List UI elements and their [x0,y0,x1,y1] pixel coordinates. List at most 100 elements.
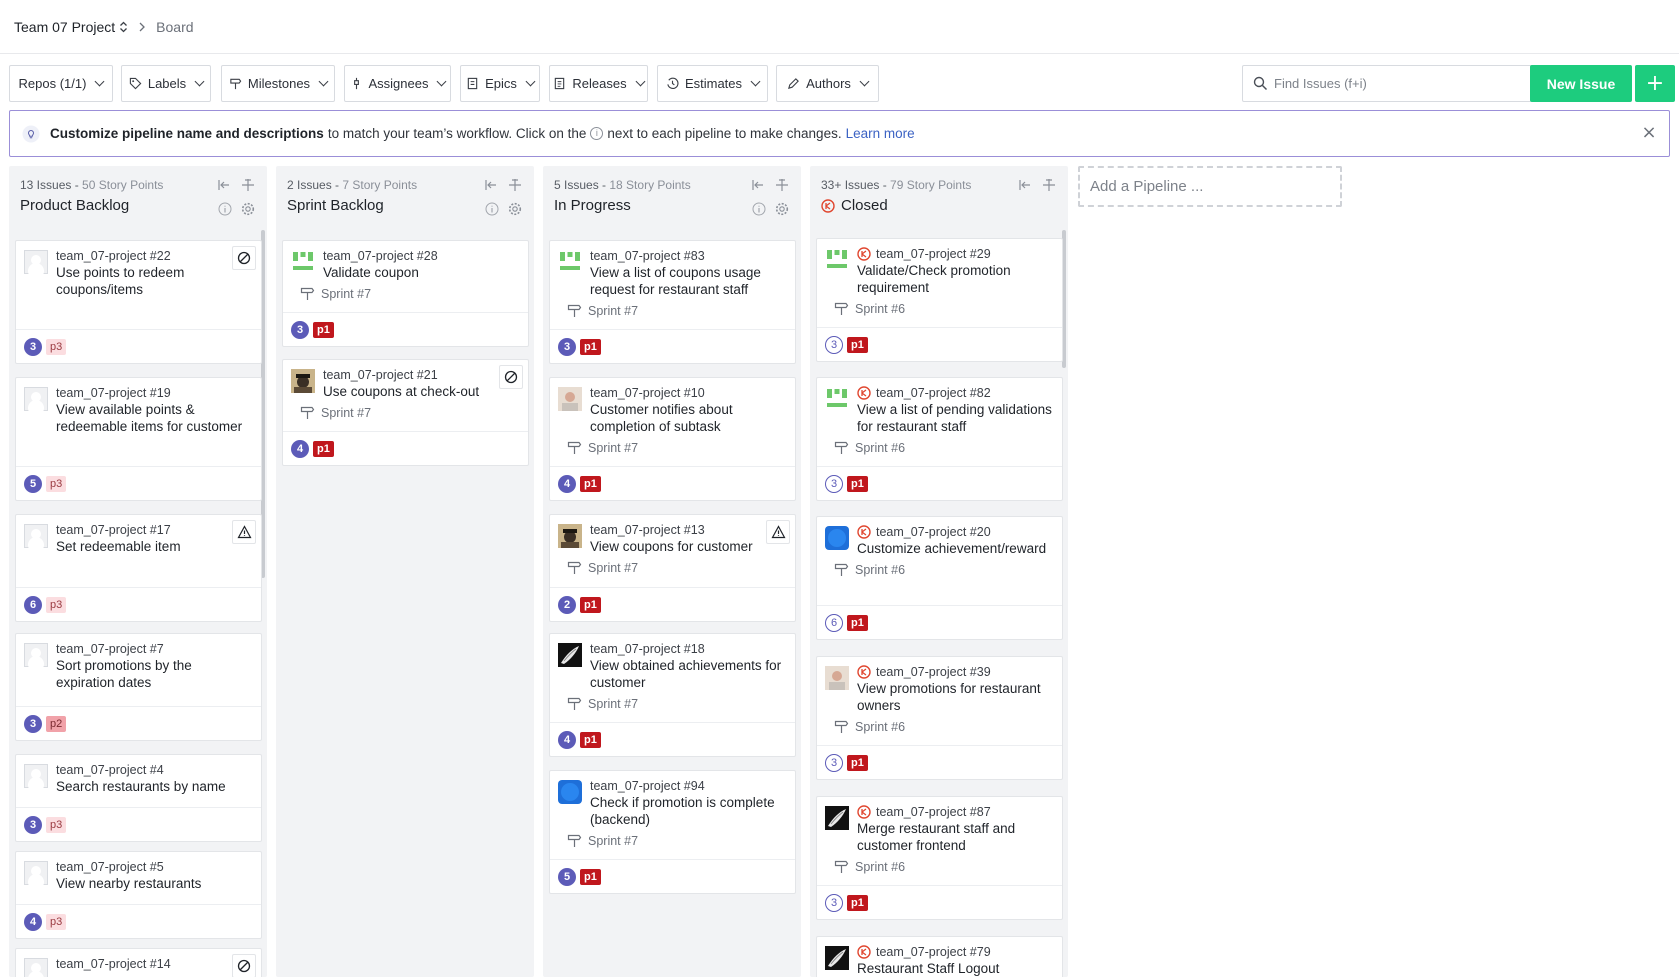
sprint-label: Sprint #7 [588,440,639,455]
collapse-icon[interactable] [751,178,765,192]
avatar [24,643,48,667]
repos-filter[interactable]: Repos (1/1) [9,65,113,102]
gear-icon[interactable] [775,202,789,216]
breadcrumb-board[interactable]: Board [156,19,193,35]
pin-icon[interactable] [1042,178,1056,192]
issue-ref-row[interactable]: team_07-project #20 [857,525,1054,539]
issue-card[interactable]: team_07-project #5 View nearby restauran… [15,851,262,939]
collapse-icon[interactable] [484,178,498,192]
new-issue-button[interactable]: New Issue [1530,65,1632,102]
issue-ref-row[interactable]: team_07-project #79 [857,945,1054,959]
priority-label: p2 [46,715,67,732]
pipeline-header: 33+ Issues - 79 Story Points Closed [810,166,1068,230]
pin-icon[interactable] [241,178,255,192]
issue-title: Merge restaurant staff and customer fron… [857,821,1016,853]
issue-ref-row[interactable]: team_07-project #87 [857,805,1054,819]
issue-card[interactable]: team_07-project #13 View coupons for cus… [549,514,796,622]
filter-label: Estimates [684,76,743,91]
story-points: 79 Story Points [890,178,972,192]
issue-ref[interactable]: team_07-project #13 [590,523,787,537]
issue-card[interactable]: team_07-project #19 View available point… [15,377,262,501]
collapse-icon[interactable] [217,178,231,192]
issue-card[interactable]: team_07-project #22 Use points to redeem… [15,240,262,364]
issue-ref[interactable]: team_07-project #94 [590,779,787,793]
epics-filter[interactable]: Epics [460,65,540,102]
avatar [825,946,849,970]
blocked-icon [504,370,518,384]
avatar [825,666,849,690]
milestones-filter[interactable]: Milestones [221,65,335,102]
estimate-badge: 3 [24,714,42,733]
sprint-tag: Sprint #7 [567,303,787,318]
issue-card[interactable]: team_07-project #4 Search restaurants by… [15,754,262,842]
estimate-badge: 3 [825,335,843,354]
pin-icon[interactable] [775,178,789,192]
milestone-icon [567,697,582,710]
priority-label: p3 [46,596,67,613]
closed-icon [857,247,871,261]
estimate-badge: 3 [24,337,42,356]
info-icon[interactable] [485,202,499,216]
issue-card[interactable]: team_07-project #83 View a list of coupo… [549,240,796,364]
issue-ref[interactable]: team_07-project #17 [56,523,253,537]
banner-text-2: next to each pipeline to make changes. [607,126,842,141]
authors-filter[interactable]: Authors [776,65,879,102]
issue-card[interactable]: team_07-project #82 View a list of pendi… [816,377,1063,501]
issue-ref[interactable]: team_07-project #18 [590,642,787,656]
issue-ref[interactable]: team_07-project #10 [590,386,787,400]
learn-more-link[interactable]: Learn more [846,126,915,141]
estimate-badge: 3 [291,320,309,339]
close-icon[interactable]: × [1639,123,1659,143]
issue-card[interactable]: team_07-project #39 View promotions for … [816,656,1063,780]
gear-icon[interactable] [508,202,522,216]
assignee-icon [353,77,359,90]
issue-ref-row[interactable]: team_07-project #39 [857,665,1054,679]
issue-card[interactable]: team_07-project #18 View obtained achiev… [549,633,796,757]
project-switcher[interactable]: Team 07 Project [14,19,128,35]
issue-card[interactable]: team_07-project #94 Check if promotion i… [549,770,796,894]
collapse-icon[interactable] [1018,178,1032,192]
tag-icon [129,77,142,90]
issue-ref[interactable]: team_07-project #83 [590,249,787,263]
issue-ref[interactable]: team_07-project #21 [323,368,520,382]
issue-card[interactable]: team_07-project #17 Set redeemable item … [15,514,262,622]
blocked-flag[interactable] [232,954,256,977]
gear-icon[interactable] [241,202,255,216]
issue-ref-row[interactable]: team_07-project #82 [857,386,1054,400]
add-menu-button[interactable]: + [1635,65,1675,102]
warning-flag[interactable] [232,520,256,544]
labels-filter[interactable]: Labels [121,65,211,102]
issue-card[interactable]: team_07-project #79 Restaurant Staff Log… [816,936,1063,977]
project-name: Team 07 Project [14,18,116,35]
blocked-flag[interactable] [232,246,256,270]
blocked-flag[interactable] [499,365,523,389]
issue-card[interactable]: team_07-project #87 Merge restaurant sta… [816,796,1063,920]
find-issues-search[interactable] [1242,65,1532,102]
estimates-filter[interactable]: Estimates [657,65,768,102]
issue-ref[interactable]: team_07-project #28 [323,249,520,263]
issue-card[interactable]: team_07-project #29 Validate/Check promo… [816,238,1063,362]
issue-ref[interactable]: team_07-project #22 [56,249,253,263]
issue-ref[interactable]: team_07-project #14 [56,957,253,971]
issue-card[interactable]: team_07-project #20 Customize achievemen… [816,516,1063,640]
issue-card[interactable]: team_07-project #28 Validate coupon Spri… [282,240,529,347]
warning-flag[interactable] [766,520,790,544]
issue-card[interactable]: team_07-project #7 Sort promotions by th… [15,633,262,741]
filter-label: Labels [147,76,187,91]
pin-icon[interactable] [508,178,522,192]
search-input[interactable] [1274,76,1514,91]
issue-card[interactable]: team_07-project #21 Use coupons at check… [282,359,529,466]
issue-ref[interactable]: team_07-project #19 [56,386,253,400]
assignees-filter[interactable]: Assignees [344,65,451,102]
issue-ref[interactable]: team_07-project #5 [56,860,253,874]
issue-ref[interactable]: team_07-project #7 [56,642,253,656]
issue-card[interactable]: team_07-project #10 Customer notifies ab… [549,377,796,501]
add-pipeline-button[interactable]: Add a Pipeline ... [1078,166,1342,207]
info-icon[interactable] [218,202,232,216]
issue-ref-row[interactable]: team_07-project #29 [857,247,1054,261]
issue-ref[interactable]: team_07-project #4 [56,763,253,777]
releases-filter[interactable]: Releases [549,65,648,102]
priority-label: p1 [847,336,868,353]
info-icon[interactable] [752,202,766,216]
issue-card[interactable]: team_07-project #14 [15,948,262,977]
